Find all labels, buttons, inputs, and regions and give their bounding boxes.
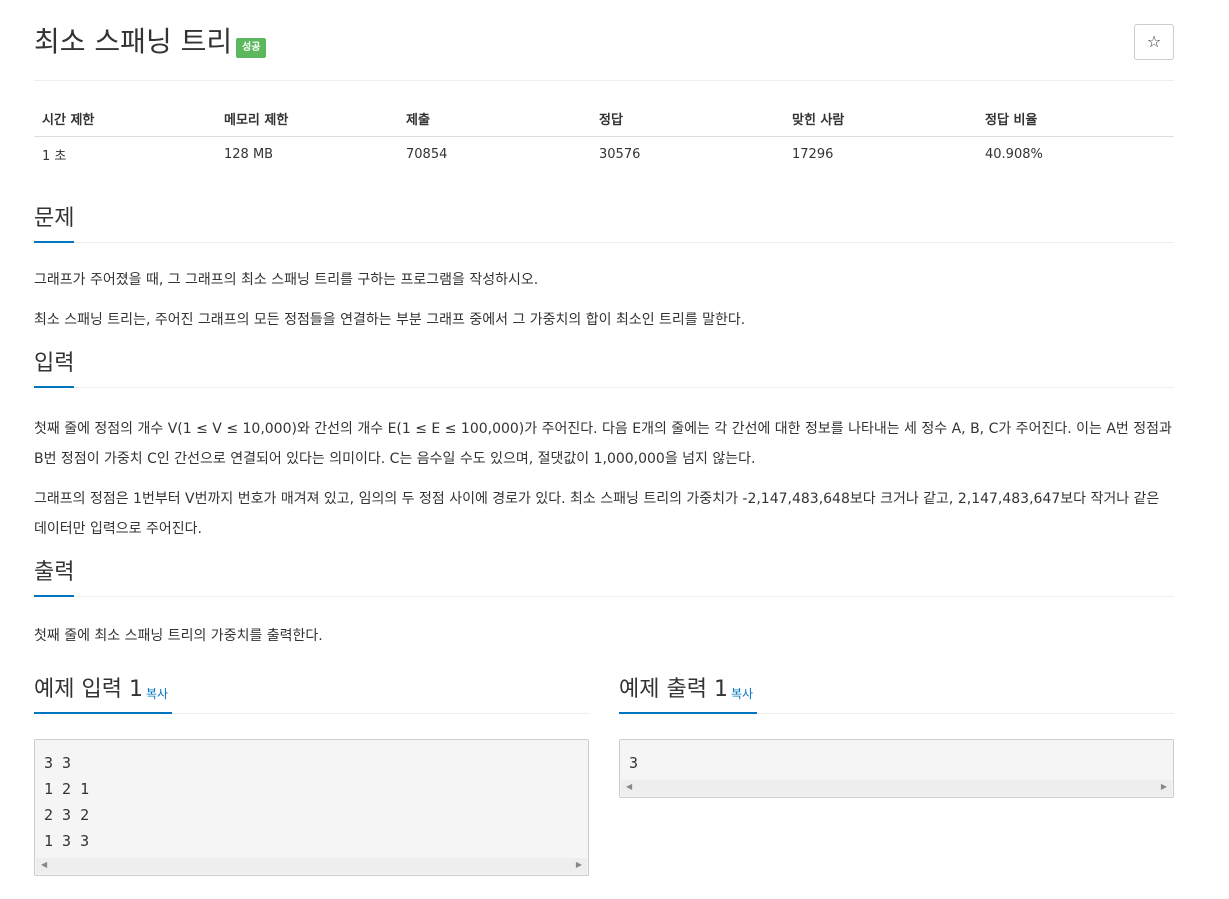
sample-output-heading: 예제 출력 1 — [619, 677, 728, 702]
sample-input-header: 예제 입력 1 복사 — [34, 669, 589, 714]
sample-input-scrollbar[interactable]: ◀ ▶ — [36, 858, 587, 874]
output-underline — [34, 595, 74, 597]
sample-input-copy-button[interactable]: 복사 — [146, 685, 168, 702]
description-section-header: 문제 — [34, 200, 1174, 243]
info-value-row: 1 초 128 MB 70854 30576 17296 40.908% — [34, 137, 1174, 173]
input-paragraph: 첫째 줄에 정점의 개수 V(1 ≤ V ≤ 10,000)와 간선의 개수 E… — [34, 421, 1172, 467]
info-header-memory-limit: 메모리 제한 — [216, 101, 398, 137]
output-heading: 출력 — [34, 560, 75, 585]
sample-output-scrollbar[interactable]: ◀ ▶ — [621, 780, 1172, 796]
description-body: 그래프가 주어졌을 때, 그 그래프의 최소 스패닝 트리를 구하는 프로그램을… — [34, 265, 1174, 335]
star-button[interactable]: ☆ — [1134, 24, 1174, 60]
sample-input-underline — [34, 712, 172, 714]
sample-input-content: 3 3 1 2 1 2 3 2 1 3 3 — [44, 754, 90, 850]
info-value-accepted: 30576 — [599, 147, 641, 162]
info-header-accepted: 정답 — [591, 101, 784, 137]
input-body: 첫째 줄에 정점의 개수 V(1 ≤ V ≤ 10,000)와 간선의 개수 E… — [34, 414, 1174, 544]
info-header-solvers: 맞힌 사람 — [784, 101, 977, 137]
info-value-submissions: 70854 — [406, 147, 448, 162]
scroll-left-icon[interactable]: ◀ — [41, 860, 47, 869]
info-header-ratio: 정답 비율 — [977, 101, 1174, 137]
output-section-header: 출력 — [34, 554, 1174, 597]
description-heading: 문제 — [34, 206, 75, 231]
sample-output-header: 예제 출력 1 복사 — [619, 669, 1174, 714]
sample-output-box: 3 ◀ ▶ — [619, 739, 1174, 798]
info-header-time-limit: 시간 제한 — [34, 101, 216, 137]
info-value-time-limit: 1 초 — [42, 149, 67, 164]
sample-output-column: 예제 출력 1 복사 3 ◀ ▶ — [619, 669, 1174, 798]
problem-title: 최소 스패닝 트리 — [34, 25, 233, 58]
description-paragraph: 최소 스패닝 트리는, 주어진 그래프의 모든 정점들을 연결하는 부분 그래프… — [34, 312, 746, 328]
description-paragraph: 그래프가 주어졌을 때, 그 그래프의 최소 스패닝 트리를 구하는 프로그램을… — [34, 272, 539, 288]
problem-info-table: 시간 제한 메모리 제한 제출 정답 맞힌 사람 정답 비율 1 초 128 M… — [34, 101, 1174, 172]
star-icon: ☆ — [1146, 32, 1162, 51]
output-paragraph: 첫째 줄에 최소 스패닝 트리의 가중치를 출력한다. — [34, 628, 323, 644]
sample-output-copy-button[interactable]: 복사 — [731, 685, 753, 702]
input-underline — [34, 386, 74, 388]
output-body: 첫째 줄에 최소 스패닝 트리의 가중치를 출력한다. — [34, 621, 1174, 651]
info-header-submissions: 제출 — [398, 101, 591, 137]
scroll-right-icon[interactable]: ▶ — [1161, 782, 1167, 791]
info-header-row: 시간 제한 메모리 제한 제출 정답 맞힌 사람 정답 비율 — [34, 101, 1174, 137]
scroll-right-icon[interactable]: ▶ — [576, 860, 582, 869]
status-badge: 성공 — [236, 38, 267, 58]
input-section-header: 입력 — [34, 345, 1174, 388]
info-value-memory-limit: 128 MB — [224, 147, 274, 162]
input-heading: 입력 — [34, 351, 75, 376]
sample-input-box: 3 3 1 2 1 2 3 2 1 3 3 ◀ ▶ — [34, 739, 589, 876]
examples-row: 예제 입력 1 복사 3 3 1 2 1 2 3 2 1 3 3 ◀ ▶ 예제 … — [34, 669, 1174, 899]
title-row: 최소 스패닝 트리 성공 ☆ — [34, 0, 1174, 81]
info-value-solvers: 17296 — [792, 147, 834, 162]
info-value-ratio: 40.908% — [985, 147, 1043, 162]
sample-output-underline — [619, 712, 757, 714]
sample-input-column: 예제 입력 1 복사 3 3 1 2 1 2 3 2 1 3 3 ◀ ▶ — [34, 669, 589, 876]
sample-output-content: 3 — [629, 754, 639, 772]
input-paragraph: 그래프의 정점은 1번부터 V번까지 번호가 매겨져 있고, 임의의 두 정점 … — [34, 491, 1160, 537]
description-underline — [34, 241, 74, 243]
problem-page: 최소 스패닝 트리 성공 ☆ 시간 제한 메모리 제한 제출 정답 맞힌 사람 … — [34, 0, 1174, 899]
scroll-left-icon[interactable]: ◀ — [626, 782, 632, 791]
sample-input-heading: 예제 입력 1 — [34, 677, 143, 702]
